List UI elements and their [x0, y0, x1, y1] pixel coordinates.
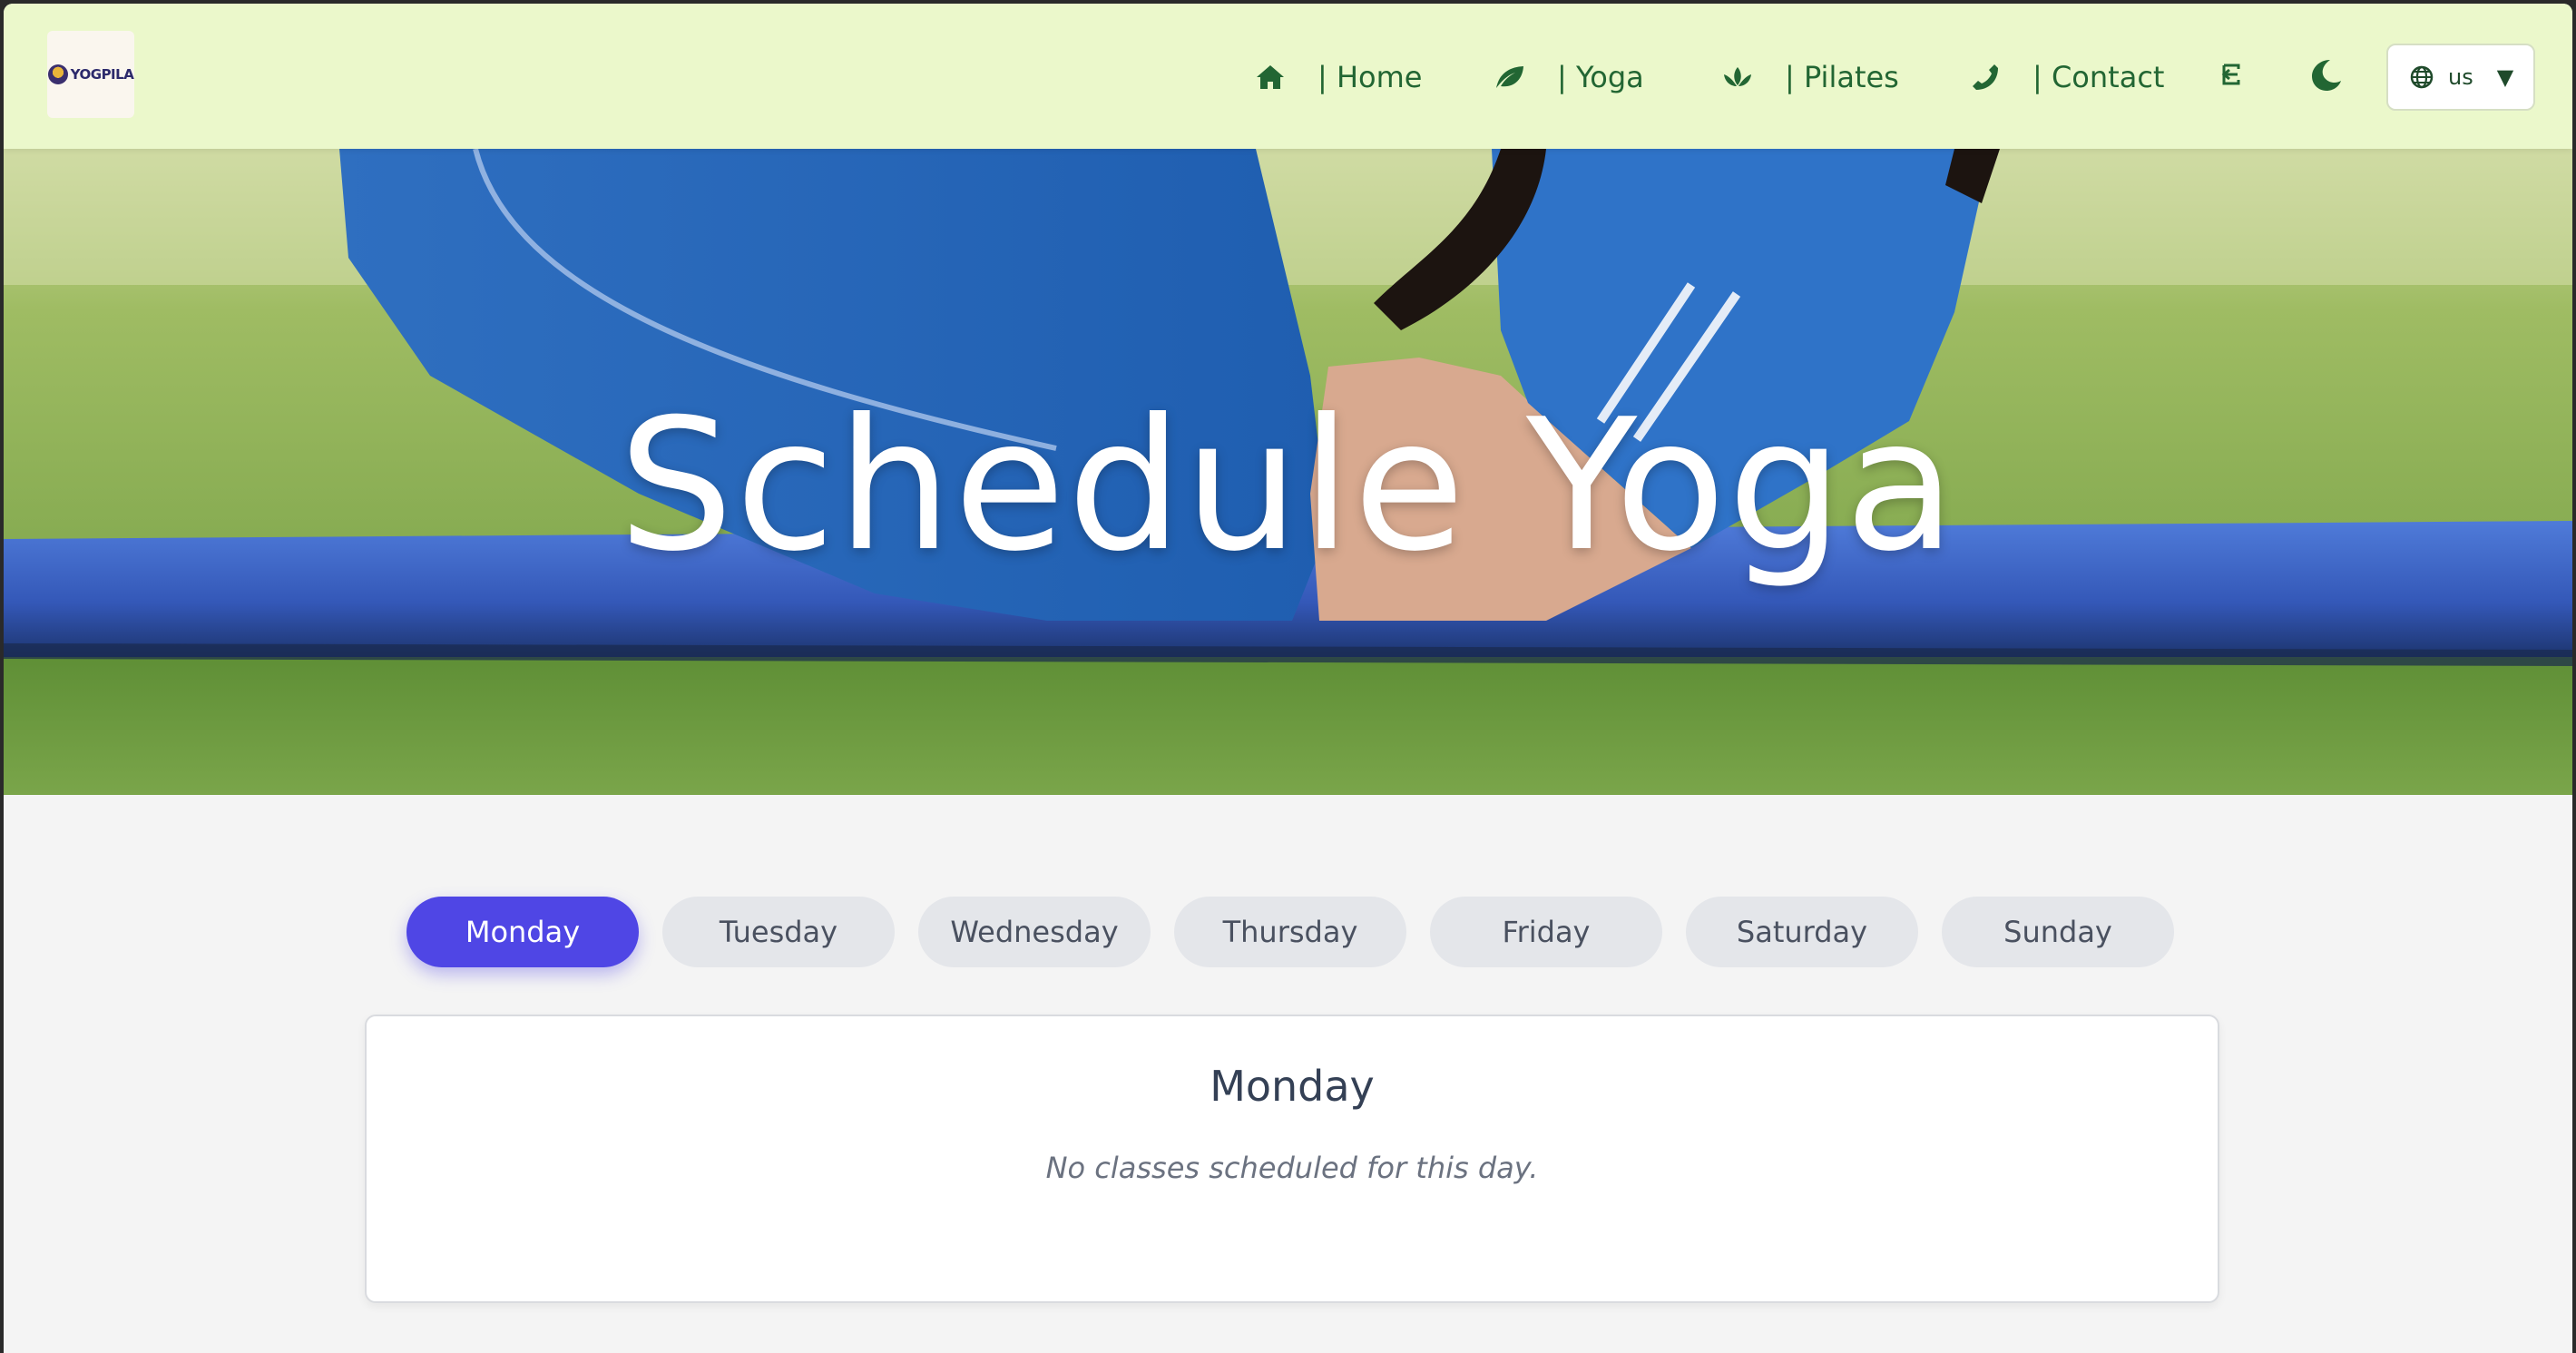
tab-sunday[interactable]: Sunday: [1942, 897, 2174, 967]
home-icon: [1254, 61, 1287, 93]
hero-banner: Schedule Yoga: [4, 149, 2572, 795]
logo-mark-icon: [47, 64, 68, 84]
language-value: us: [2448, 64, 2473, 90]
day-tabs: Monday Tuesday Wednesday Thursday Friday…: [406, 897, 2174, 967]
schedule-day-title: Monday: [1210, 1062, 1375, 1111]
empty-state-message: No classes scheduled for this day.: [1045, 1151, 1539, 1185]
tab-friday[interactable]: Friday: [1430, 897, 1662, 967]
lotus-icon: [1721, 61, 1754, 93]
theme-toggle-button[interactable]: [2305, 56, 2345, 96]
logo[interactable]: YOGPILA: [47, 31, 134, 118]
nav-contact[interactable]: | Contact: [1969, 54, 2164, 100]
nav-pilates[interactable]: | Pilates: [1721, 54, 1899, 100]
browser-viewport: YOGPILA | Home | Yoga | Pilates | Contac: [4, 4, 2572, 1353]
login-button[interactable]: [2214, 56, 2254, 96]
nav-contact-label: | Contact: [2032, 60, 2165, 94]
nav-home-label: | Home: [1317, 60, 1423, 94]
nav-yoga-label: | Yoga: [1557, 60, 1644, 94]
login-icon: [2220, 62, 2248, 91]
language-select[interactable]: us ▼: [2386, 44, 2535, 111]
leaf-icon: [1494, 61, 1526, 93]
page-title: Schedule Yoga: [618, 380, 1958, 592]
logo-text: YOGPILA: [70, 66, 134, 83]
phone-icon: [1969, 61, 2002, 93]
tab-thursday[interactable]: Thursday: [1174, 897, 1406, 967]
tab-tuesday[interactable]: Tuesday: [662, 897, 895, 967]
tab-monday[interactable]: Monday: [406, 897, 639, 967]
chevron-down-icon: ▼: [2496, 64, 2514, 90]
nav-yoga[interactable]: | Yoga: [1494, 54, 1644, 100]
schedule-card: Monday No classes scheduled for this day…: [365, 1015, 2219, 1303]
globe-icon: [2410, 65, 2434, 89]
tab-wednesday[interactable]: Wednesday: [918, 897, 1151, 967]
tab-saturday[interactable]: Saturday: [1686, 897, 1918, 967]
moon-icon: [2307, 56, 2343, 96]
nav-pilates-label: | Pilates: [1785, 60, 1899, 94]
top-navbar: YOGPILA | Home | Yoga | Pilates | Contac: [4, 4, 2572, 149]
nav-home[interactable]: | Home: [1254, 54, 1422, 100]
